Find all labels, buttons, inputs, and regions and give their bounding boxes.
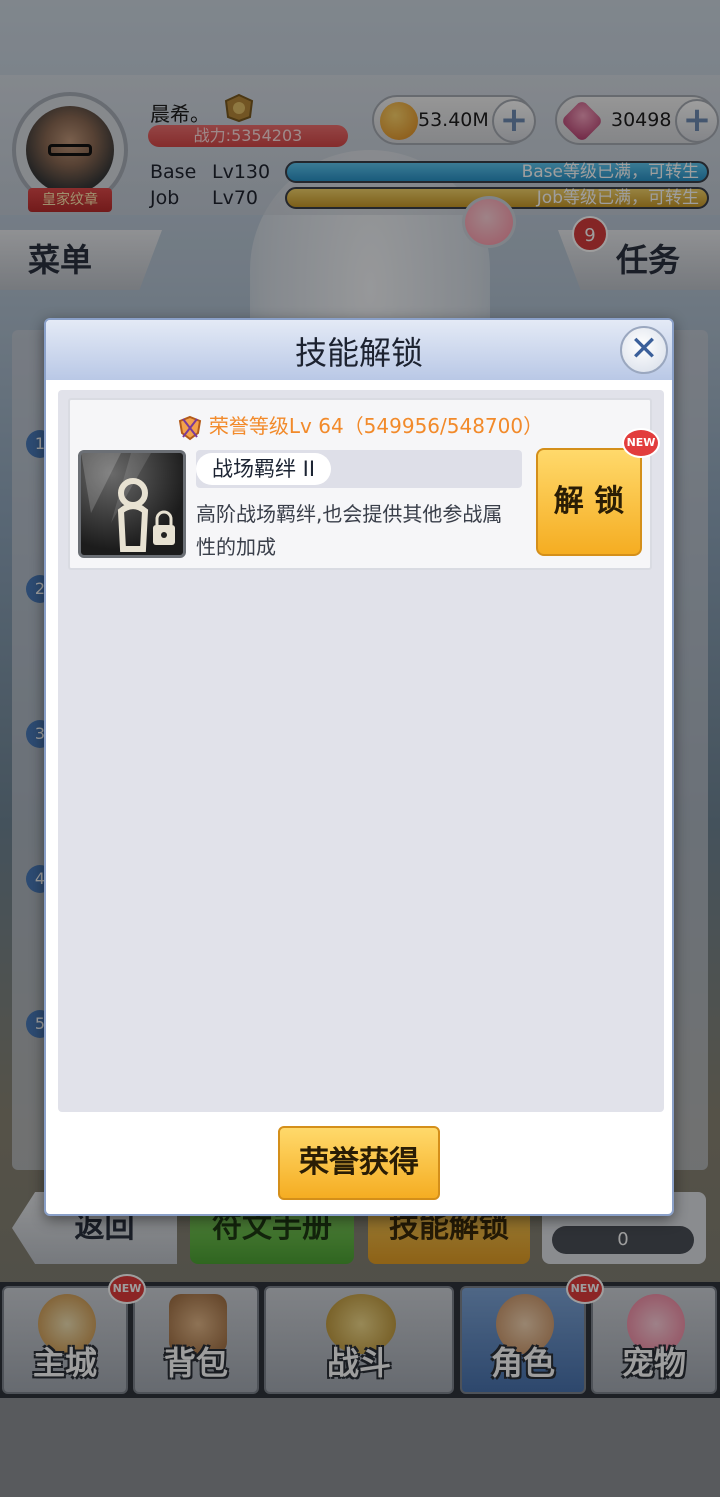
dialog-body: 荣誉等级Lv 64（549956/548700） 战场羁绊 II 高阶战场羁绊,… — [58, 390, 664, 1112]
skill-description: 高阶战场羁绊,也会提供其他参战属性的加成 — [196, 502, 503, 559]
skill-card: 荣誉等级Lv 64（549956/548700） 战场羁绊 II 高阶战场羁绊,… — [68, 398, 660, 570]
skill-art — [81, 453, 175, 552]
skill-name: 战场羁绊 II — [196, 453, 332, 485]
honor-requirement-text: 荣誉等级Lv 64（549956/548700） — [208, 414, 544, 438]
dialog-title: 技能解锁 — [294, 334, 423, 372]
honor-shield-icon — [178, 415, 202, 440]
new-badge: NEW — [622, 428, 660, 458]
close-icon[interactable]: ✕ — [620, 326, 668, 374]
skill-name-bar: 战场羁绊 II — [196, 450, 522, 488]
skill-locked-icon — [78, 450, 186, 558]
honor-obtain-button[interactable]: 荣誉获得 — [278, 1126, 440, 1200]
honor-requirement: 荣誉等级Lv 64（549956/548700） — [70, 410, 650, 441]
unlock-button[interactable]: 解 锁 — [536, 448, 642, 556]
skill-unlock-dialog: 技能解锁 ✕ 荣誉等级Lv 64（549956/548700） 战场羁绊 II … — [44, 318, 674, 1216]
dialog-header: 技能解锁 ✕ — [46, 320, 672, 380]
